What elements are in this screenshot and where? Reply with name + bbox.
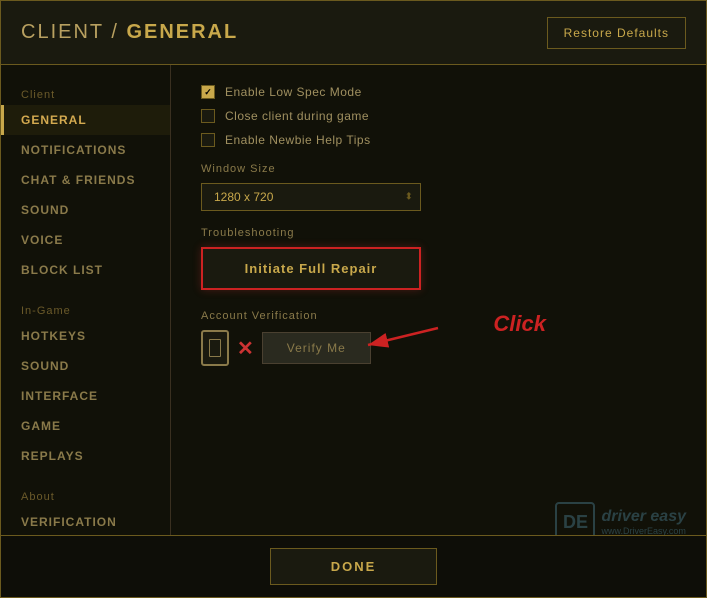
close-client-checkbox[interactable] [201, 109, 215, 123]
app-container: CLIENT / GENERAL Restore Defaults Client… [0, 0, 707, 598]
sidebar-item-hotkeys[interactable]: HOTKEYS [1, 321, 170, 351]
sidebar-section-ingame: In-Game [1, 297, 170, 321]
sidebar-item-interface[interactable]: INTERFACE [1, 381, 170, 411]
main-content: Enable Low Spec Mode Close client during… [171, 65, 706, 535]
sidebar-item-notifications[interactable]: NOTIFICATIONS [1, 135, 170, 165]
window-size-section-title: Window Size [201, 163, 676, 175]
troubleshooting-title: Troubleshooting [201, 227, 676, 239]
sidebar-item-block-list[interactable]: BLOCK LIST [1, 255, 170, 285]
newbie-help-label: Enable Newbie Help Tips [225, 133, 371, 147]
account-verification-section: Account Verification ✕ Verify Me [201, 310, 676, 366]
initiate-full-repair-button[interactable]: Initiate Full Repair [201, 247, 421, 290]
footer: DONE [1, 535, 706, 597]
sidebar: Client GENERAL NOTIFICATIONS CHAT & FRIE… [1, 65, 171, 535]
newbie-help-checkbox[interactable] [201, 133, 215, 147]
body: Client GENERAL NOTIFICATIONS CHAT & FRIE… [1, 65, 706, 535]
account-verification-title: Account Verification [201, 310, 676, 322]
close-client-row: Close client during game [201, 109, 676, 123]
sidebar-item-game[interactable]: GAME [1, 411, 170, 441]
restore-defaults-button[interactable]: Restore Defaults [547, 17, 686, 49]
phone-icon [201, 330, 229, 366]
sidebar-item-voice[interactable]: VOICE [1, 225, 170, 255]
newbie-help-row: Enable Newbie Help Tips [201, 133, 676, 147]
done-button[interactable]: DONE [270, 548, 438, 585]
x-icon: ✕ [237, 336, 254, 361]
sidebar-section-client: Client [1, 81, 170, 105]
window-size-select[interactable]: 1280 x 720 1920 x 1080 1024 x 768 [201, 183, 421, 211]
watermark-text: driver easy www.DriverEasy.com [601, 508, 686, 536]
window-size-wrapper: 1280 x 720 1920 x 1080 1024 x 768 [201, 183, 421, 211]
close-client-label: Close client during game [225, 109, 369, 123]
sidebar-item-general[interactable]: GENERAL [1, 105, 170, 135]
page-title: CLIENT / GENERAL [21, 21, 238, 44]
verify-me-button[interactable]: Verify Me [262, 332, 371, 364]
low-spec-checkbox[interactable] [201, 85, 215, 99]
sidebar-item-verification[interactable]: VERIFICATION [1, 507, 170, 535]
sidebar-item-sound-ingame[interactable]: SOUND [1, 351, 170, 381]
sidebar-section-about: About [1, 483, 170, 507]
low-spec-row: Enable Low Spec Mode [201, 85, 676, 99]
account-icons-row: ✕ Verify Me [201, 330, 676, 366]
header: CLIENT / GENERAL Restore Defaults [1, 1, 706, 65]
sidebar-item-sound[interactable]: SOUND [1, 195, 170, 225]
sidebar-item-replays[interactable]: REPLAYS [1, 441, 170, 471]
sidebar-item-chat-friends[interactable]: CHAT & FRIENDS [1, 165, 170, 195]
troubleshooting-section: Troubleshooting Initiate Full Repair [201, 227, 676, 290]
low-spec-label: Enable Low Spec Mode [225, 85, 362, 99]
watermark-brand: driver easy [601, 508, 686, 526]
